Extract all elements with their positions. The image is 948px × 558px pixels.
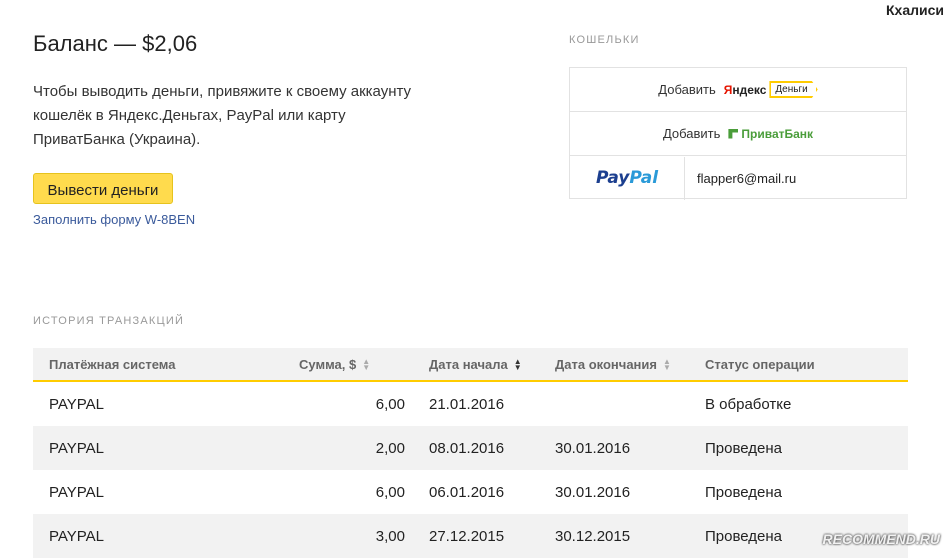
wallets-panel: Добавить Яндекс Деньги Добавить ПриватБа…: [569, 67, 907, 200]
cell-system: PAYPAL: [49, 483, 105, 501]
balance-title: Баланс — $2,06: [33, 31, 198, 56]
cell-end-date: 30.01.2016: [555, 483, 631, 501]
withdraw-button[interactable]: Вывести деньги: [33, 173, 173, 204]
sort-icon: ▲ ▼: [362, 357, 371, 373]
table-row: PAYPAL 2,00 08.01.2016 30.01.2016 Провед…: [33, 426, 908, 470]
wallets-section-label: КОШЕЛЬКИ: [569, 34, 640, 46]
transactions-table: Платёжная система Сумма, $ ▲ ▼ Дата начала…: [33, 348, 908, 558]
column-header-system: Платёжная система: [33, 348, 299, 382]
cell-start-date: 08.01.2016: [429, 426, 555, 470]
cell-system: PAYPAL: [33, 514, 299, 558]
cell-status: В обработке: [705, 395, 792, 413]
w8ben-form-link[interactable]: Заполнить форму W-8BEN: [33, 212, 195, 227]
user-name[interactable]: Кхалиси: [886, 2, 944, 18]
privatbank-mark-icon: [728, 128, 739, 139]
cell-end-date: 30.12.2015: [555, 514, 705, 558]
paypal-email: flapper6@mail.ru: [697, 170, 797, 186]
cell-start-date: 21.01.2016: [429, 395, 505, 413]
column-header-end-date[interactable]: Дата окончания ▲ ▼: [555, 348, 705, 382]
cell-end-date: [555, 381, 705, 426]
cell-start-date: 06.01.2016: [429, 483, 505, 501]
cell-system: PAYPAL: [33, 426, 299, 470]
paypal-logo-pay: Pay: [595, 168, 630, 188]
column-header-label: Дата окончания: [555, 356, 657, 372]
privatbank-logo: ПриватБанк: [728, 127, 813, 141]
cell-start-date: 27.12.2015: [429, 514, 555, 558]
table-row: PAYPAL 3,00 27.12.2015 30.12.2015 Провед…: [33, 514, 908, 558]
add-label: Добавить: [658, 82, 716, 97]
paypal-logo-pal: Pal: [629, 168, 659, 188]
column-header-start-date[interactable]: Дата начала ▲ ▼: [429, 348, 555, 382]
add-yandex-money-row[interactable]: Добавить Яндекс Деньги: [570, 68, 906, 112]
watermark: RECOMMEND.RU: [822, 531, 940, 547]
column-header-label: Сумма, $: [299, 356, 357, 372]
cell-amount: 6,00: [375, 483, 405, 501]
paypal-logo-cell: PayPal: [570, 156, 685, 200]
sort-icon: ▲ ▼: [513, 357, 522, 373]
table-row: PAYPAL 6,00 21.01.2016 В обработке: [33, 381, 908, 426]
column-header-label: Платёжная система: [49, 356, 176, 372]
cell-end-date: 30.01.2016: [555, 426, 705, 470]
cell-status: Проведена: [705, 483, 782, 501]
add-label: Добавить: [662, 126, 721, 141]
yandex-dengi-badge: Деньги: [769, 81, 818, 98]
cell-amount: 3,00: [299, 514, 429, 558]
cell-amount: 6,00: [375, 395, 405, 413]
paypal-wallet-row: PayPal flapper6@mail.ru: [570, 156, 906, 200]
add-privatbank-row[interactable]: Добавить ПриватБанк: [570, 112, 906, 156]
table-header-row: Платёжная система Сумма, $ ▲ ▼ Дата начала…: [33, 348, 908, 382]
privatbank-logo-text: ПриватБанк: [741, 126, 814, 141]
column-header-status: Статус операции: [705, 348, 908, 382]
column-header-label: Дата начала: [429, 356, 508, 372]
column-header-amount[interactable]: Сумма, $ ▲ ▼: [299, 348, 429, 382]
cell-system: PAYPAL: [49, 395, 105, 413]
table-row: PAYPAL 6,00 06.01.2016 30.01.2016 Провед…: [33, 470, 908, 514]
yandex-logo-rest: ндекс: [732, 82, 767, 97]
cell-amount: 2,00: [299, 426, 429, 470]
withdraw-info-text: Чтобы выводить деньги, привяжите к своем…: [33, 83, 412, 148]
yandex-logo-first-letter: Я: [723, 82, 733, 97]
paypal-logo: PayPal: [596, 168, 658, 188]
sort-icon: ▲ ▼: [662, 357, 671, 373]
transactions-section-label: ИСТОРИЯ ТРАНЗАКЦИЙ: [33, 315, 185, 327]
yandex-money-logo: Яндекс Деньги: [724, 81, 818, 98]
cell-status: Проведена: [705, 426, 908, 470]
column-header-label: Статус операции: [705, 356, 815, 372]
